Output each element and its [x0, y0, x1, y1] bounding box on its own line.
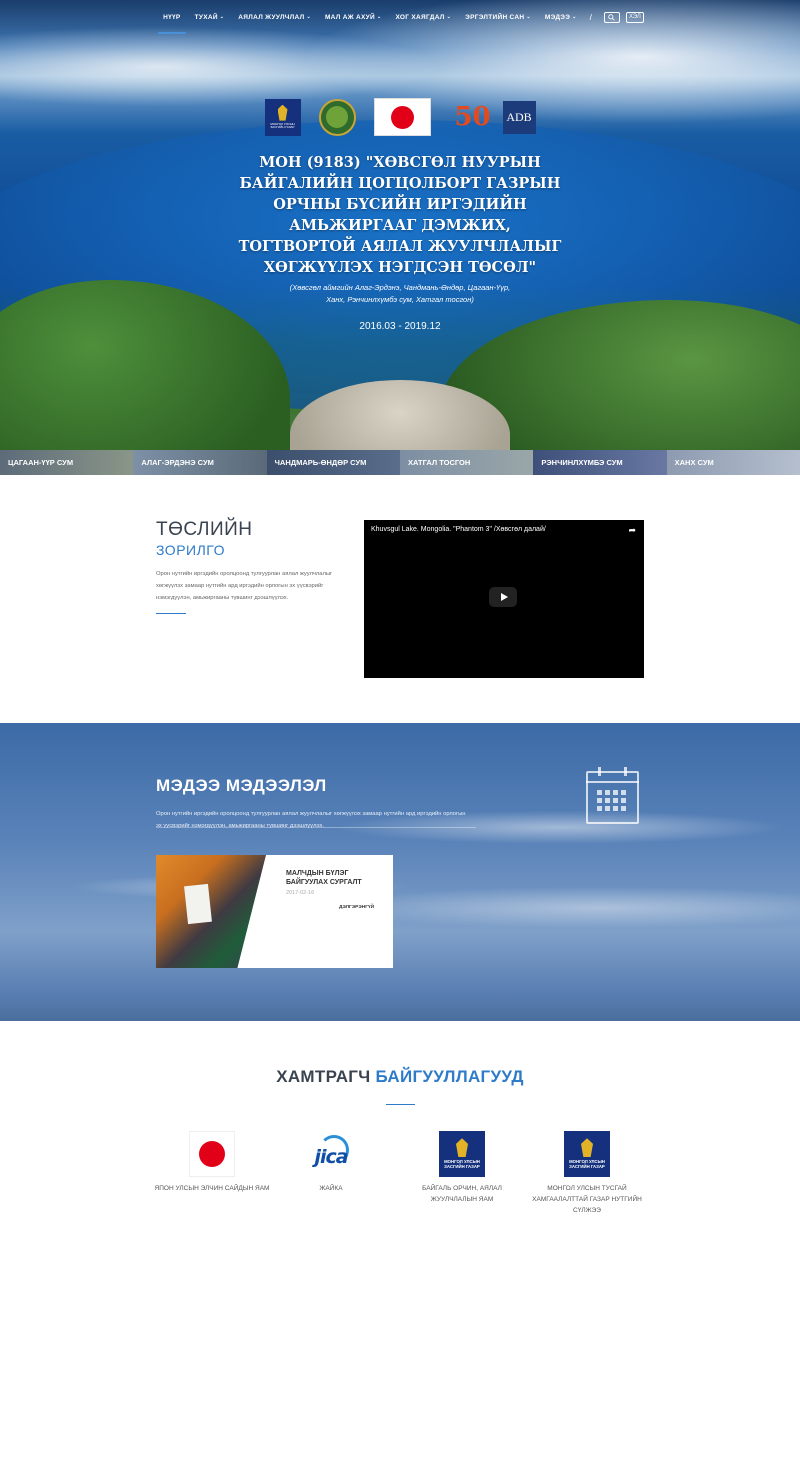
- goal-subtitle: ЗОРИЛГО: [156, 542, 225, 558]
- japan-flag-logo: [373, 98, 431, 136]
- news-photo: [156, 855, 266, 968]
- district-strip: ЦАГААН-ҮҮР СУМ АЛАГ-ЭРДЭНЭ СУМ ЧАНДМАРЬ-…: [0, 450, 800, 475]
- district-link[interactable]: ХАТГАЛ ТОСГОН: [399, 450, 534, 475]
- partner-item[interactable]: jica ЖАЙКА: [271, 1131, 391, 1194]
- district-link[interactable]: ЧАНДМАРЬ-ӨНДӨР СУМ: [266, 450, 400, 475]
- divider: [156, 613, 186, 614]
- chevron-down-icon: ⌄: [306, 14, 311, 20]
- video-player[interactable]: Khuvsgul Lake. Mongolia. "Phantom 3" /Хө…: [364, 520, 644, 678]
- news-text: Орон нутгийн иргэдийн оролцоонд тулгуурл…: [156, 811, 466, 829]
- partner-item[interactable]: МОНГОЛ УЛСЫН ЗАСГИЙН ГАЗАР БАЙГАЛЬ ОРЧИН…: [402, 1131, 522, 1205]
- soyombo-icon: [456, 1138, 468, 1158]
- partner-item[interactable]: ЯПОН УЛСЫН ЭЛЧИН САЙДЫН ЯАМ: [152, 1131, 272, 1194]
- project-goal-section: ТӨСЛИЙН ЗОРИЛГО Орон нутгийн иргэдийн ор…: [0, 475, 800, 723]
- chevron-down-icon: ⌄: [572, 14, 577, 20]
- play-button[interactable]: [489, 587, 517, 607]
- chevron-down-icon: ⌄: [219, 14, 225, 20]
- partner-name: МОНГОЛ УЛСЫН ТУСГАЙ ХАМГААЛАЛТТАЙ ГАЗАР …: [532, 1185, 642, 1214]
- goal-title: ТӨСЛИЙН: [156, 519, 253, 540]
- news-card-date: 2017-02-16: [286, 890, 315, 896]
- partners-title: ХАМТРАГЧ БАЙГУУЛЛАГУУД: [276, 1067, 524, 1086]
- divider: [386, 1104, 415, 1105]
- district-link[interactable]: АЛАГ-ЭРДЭНЭ СУМ: [133, 450, 267, 475]
- nav-item-home[interactable]: НҮҮР: [156, 0, 187, 34]
- nav-item-news[interactable]: МЭДЭЭ ⌄: [538, 0, 584, 34]
- district-link[interactable]: ЦАГААН-ҮҮР СУМ: [0, 450, 134, 475]
- nav-item-tourism[interactable]: АЯЛАЛ ЖУУЛЧЛАЛ ⌄: [231, 0, 318, 34]
- partner-name: БАЙГАЛЬ ОРЧИН, АЯЛАЛ ЖУУЛЧЛАЛЫН ЯАМ: [422, 1185, 502, 1203]
- district-link[interactable]: ХАНХ СУМ: [666, 450, 800, 475]
- news-card-headline[interactable]: МАЛЧДЫН БҮЛЭГ БАЙГУУЛАХ СУРГАЛТ: [286, 869, 386, 887]
- nav-item-about[interactable]: ТУХАЙ ⌄: [188, 0, 232, 34]
- jica-logo: jica: [301, 1131, 361, 1177]
- nav-item-livestock[interactable]: МАЛ АЖ АХУЙ ⌄: [318, 0, 388, 34]
- search-icon: [608, 13, 615, 21]
- goal-text: Орон нутгийн иргэдийн оролцоонд тулгуурл…: [156, 571, 333, 601]
- soyombo-icon: [581, 1138, 593, 1158]
- nav-item-waste[interactable]: ХОГ ХАЯГДАЛ ⌄: [388, 0, 458, 34]
- read-more-link[interactable]: ДЭЛГЭРЭНГҮЙ: [339, 905, 374, 910]
- news-section: МЭДЭЭ МЭДЭЭЛЭЛ Орон нутгийн иргэдийн оро…: [0, 723, 800, 1021]
- chevron-down-icon: ⌄: [446, 14, 452, 20]
- chevron-down-icon: ⌄: [376, 14, 382, 20]
- district-link[interactable]: РЭНЧИНЛХҮМБЭ СУМ: [533, 450, 667, 475]
- mongolia-gov-logo: МОНГОЛ УЛСЫН ЗАСГИЙН ГАЗАР: [439, 1131, 485, 1177]
- partner-name: ЯПОН УЛСЫН ЭЛЧИН САЙДЫН ЯАМ: [154, 1185, 270, 1192]
- hero-banner: НҮҮР ТУХАЙ ⌄ АЯЛАЛ ЖУУЛЧЛАЛ ⌄ МАЛ АЖ АХУЙ ⌄…: [0, 0, 800, 475]
- anniversary-50-logo: 50: [454, 102, 491, 132]
- mongolia-gov-logo: МОНГОЛ УЛСЫН ЗАСГИЙН ГАЗАР: [264, 98, 301, 136]
- partner-name: ЖАЙКА: [319, 1185, 343, 1192]
- search-button[interactable]: [603, 11, 620, 23]
- mongolia-gov-logo: МОНГОЛ УЛСЫН ЗАСГИЙН ГАЗАР: [564, 1131, 610, 1177]
- project-date-range: 2016.03 - 2019.12: [359, 321, 441, 332]
- video-title: Khuvsgul Lake. Mongolia. "Phantom 3" /Хө…: [371, 526, 546, 533]
- news-title: МЭДЭЭ МЭДЭЭЛЭЛ: [156, 776, 327, 795]
- share-icon[interactable]: ➦: [628, 525, 636, 536]
- partners-section: ХАМТРАГЧ БАЙГУУЛЛАГУУД ЯПОН УЛСЫН ЭЛЧИН …: [0, 1021, 800, 1461]
- environment-ministry-logo: [318, 98, 356, 136]
- chevron-down-icon: ⌄: [526, 14, 531, 20]
- partner-item[interactable]: МОНГОЛ УЛСЫН ЗАСГИЙН ГАЗАР МОНГОЛ УЛСЫН …: [527, 1131, 647, 1216]
- language-button[interactable]: ХЭЛ: [625, 11, 644, 23]
- divider: [156, 827, 476, 828]
- project-title: МОН (9183) "ХӨВСГӨЛ НУУРЫН БАЙГАЛИЙН ЦОГ…: [238, 154, 562, 276]
- project-subtitle: (Хөвсгөл аймгийн Алаг-Эрдэнэ, Чандмань-Ө…: [289, 283, 511, 304]
- sponsor-logos: МОНГОЛ УЛСЫН ЗАСГИЙН ГАЗАР 50 ADB: [0, 98, 800, 136]
- japan-flag-logo: [189, 1131, 235, 1177]
- nav-item-revolving-fund[interactable]: ЭРГЭЛТИЙН САН ⌄: [458, 0, 538, 34]
- main-nav: НҮҮР ТУХАЙ ⌄ АЯЛАЛ ЖУУЛЧЛАЛ ⌄ МАЛ АЖ АХУЙ ⌄…: [0, 0, 800, 34]
- adb-logo: ADB: [502, 100, 536, 134]
- calendar-icon: [586, 767, 639, 824]
- soyombo-icon: [277, 104, 288, 121]
- nav-separator: /: [589, 12, 592, 22]
- news-card[interactable]: МАЛЧДЫН БҮЛЭГ БАЙГУУЛАХ СУРГАЛТ 2017-02-…: [156, 855, 393, 968]
